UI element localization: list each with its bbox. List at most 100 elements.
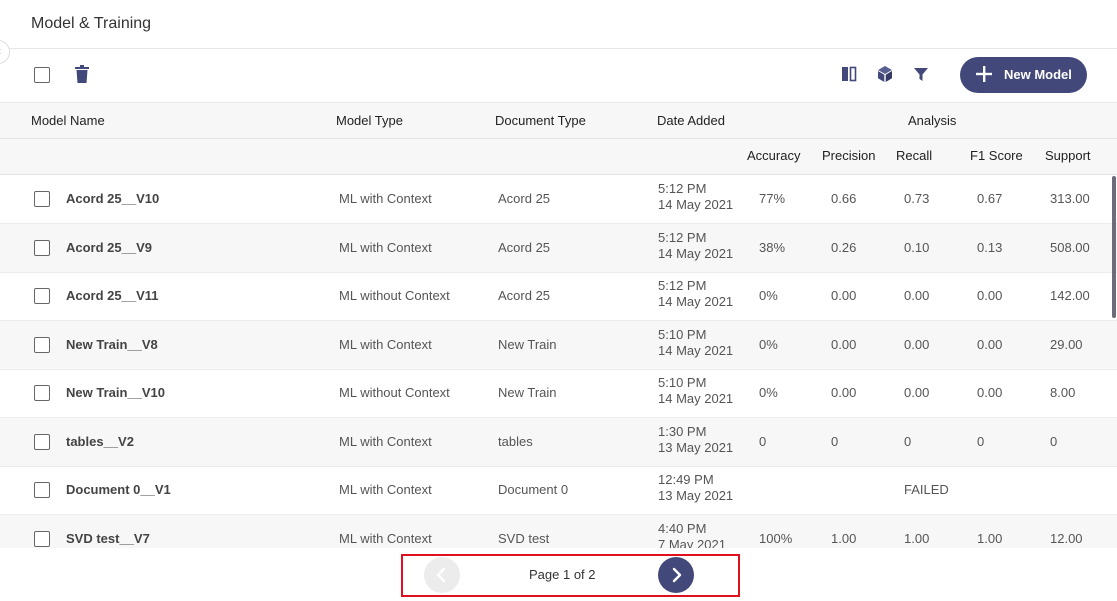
document-type: Document 0	[498, 482, 569, 497]
table-row[interactable]: New Train__V8 ML with Context New Train …	[0, 321, 1117, 370]
table-body: Acord 25__V10 ML with Context Acord 25 5…	[0, 175, 1117, 548]
model-name[interactable]: Acord 25__V11	[66, 288, 159, 303]
row-checkbox[interactable]	[34, 191, 50, 207]
model-name[interactable]: Acord 25__V9	[66, 240, 152, 255]
table-header: Model Name Model Type Document Type Date…	[0, 102, 1117, 139]
filter-icon[interactable]	[912, 65, 930, 83]
new-model-label: New Model	[1004, 67, 1072, 82]
model-type: ML with Context	[339, 531, 432, 546]
date-added: 5:10 PM 14 May 2021	[658, 375, 733, 407]
f1-value: 0.00	[977, 385, 1003, 400]
date-day: 7 May 2021	[658, 537, 726, 548]
page-indicator: Page 1 of 2	[529, 567, 596, 582]
support-value: 313.00	[1050, 191, 1090, 206]
column-header-recall[interactable]: Recall	[896, 148, 932, 163]
analysis-subheader: Accuracy Precision Recall F1 Score Suppo…	[0, 139, 1117, 175]
recall-value: 0.10	[904, 240, 930, 255]
precision-value: 0.66	[831, 191, 857, 206]
accuracy-value: 0%	[759, 288, 778, 303]
table-row[interactable]: SVD test__V7 ML with Context SVD test 4:…	[0, 515, 1117, 548]
new-model-button[interactable]: New Model	[960, 57, 1087, 93]
precision-value: 0	[831, 434, 839, 449]
date-added: 5:12 PM 14 May 2021	[658, 278, 733, 310]
column-header-model-type[interactable]: Model Type	[336, 113, 403, 128]
model-type: ML with Context	[339, 240, 432, 255]
accuracy-value: 0	[759, 434, 767, 449]
support-value: 0	[1050, 434, 1058, 449]
date-time: 5:10 PM	[658, 375, 707, 390]
date-added: 5:12 PM 14 May 2021	[658, 230, 733, 262]
f1-value: 0.00	[977, 337, 1003, 352]
trash-icon[interactable]	[74, 65, 90, 83]
row-checkbox[interactable]	[34, 434, 50, 450]
document-type: tables	[498, 434, 533, 449]
date-time: 5:10 PM	[658, 327, 707, 342]
column-header-support[interactable]: Support	[1045, 148, 1091, 163]
accuracy-value: 77%	[759, 191, 786, 206]
cube-icon[interactable]	[876, 65, 894, 83]
table-row[interactable]: Acord 25__V10 ML with Context Acord 25 5…	[0, 175, 1117, 224]
recall-value: 0.00	[904, 337, 930, 352]
table-row[interactable]: Document 0__V1 ML with Context Document …	[0, 466, 1117, 515]
document-type: New Train	[498, 337, 557, 352]
columns-icon[interactable]	[840, 65, 858, 83]
model-type: ML with Context	[339, 337, 432, 352]
date-added: 5:10 PM 14 May 2021	[658, 327, 733, 359]
document-type: Acord 25	[498, 288, 551, 303]
recall-value: 0.00	[904, 385, 930, 400]
table-row[interactable]: tables__V2 ML with Context tables 1:30 P…	[0, 418, 1117, 467]
row-checkbox[interactable]	[34, 531, 50, 547]
date-day: 14 May 2021	[658, 294, 734, 309]
support-value: 8.00	[1050, 385, 1076, 400]
date-day: 13 May 2021	[658, 488, 734, 503]
column-header-model-name[interactable]: Model Name	[31, 113, 105, 128]
row-checkbox[interactable]	[34, 337, 50, 353]
column-header-document-type[interactable]: Document Type	[495, 113, 586, 128]
next-page-button[interactable]	[658, 557, 694, 593]
precision-value: 0.00	[831, 288, 857, 303]
table-scrollbar[interactable]	[1112, 176, 1116, 318]
date-day: 14 May 2021	[658, 343, 734, 358]
accuracy-value: 0%	[759, 385, 778, 400]
date-time: 12:49 PM	[658, 472, 714, 487]
model-name[interactable]: Document 0__V1	[66, 482, 171, 497]
recall-value: 0	[904, 434, 912, 449]
column-header-accuracy[interactable]: Accuracy	[747, 148, 800, 163]
model-name[interactable]: tables__V2	[66, 434, 134, 449]
accuracy-value: 100%	[759, 531, 793, 546]
precision-value: 0.00	[831, 385, 857, 400]
f1-value: 0.67	[977, 191, 1003, 206]
plus-icon	[976, 66, 992, 82]
model-name[interactable]: Acord 25__V10	[66, 191, 159, 206]
chevron-left-icon	[436, 567, 446, 583]
table-row[interactable]: Acord 25__V9 ML with Context Acord 25 5:…	[0, 224, 1117, 273]
model-name[interactable]: New Train__V8	[66, 337, 158, 352]
f1-value: 0.00	[977, 288, 1003, 303]
row-checkbox[interactable]	[34, 385, 50, 401]
table-row[interactable]: Acord 25__V11 ML without Context Acord 2…	[0, 272, 1117, 321]
row-checkbox[interactable]	[34, 288, 50, 304]
select-all-checkbox[interactable]	[34, 67, 50, 83]
document-type: Acord 25	[498, 240, 551, 255]
precision-value: 1.00	[831, 531, 857, 546]
date-day: 13 May 2021	[658, 440, 734, 455]
f1-value: 1.00	[977, 531, 1003, 546]
date-day: 14 May 2021	[658, 246, 734, 261]
column-header-date-added[interactable]: Date Added	[657, 113, 725, 128]
row-checkbox[interactable]	[34, 240, 50, 256]
previous-page-button[interactable]	[424, 557, 460, 593]
date-added: 12:49 PM 13 May 2021	[658, 472, 733, 504]
f1-value: 0	[977, 434, 985, 449]
model-type: ML without Context	[339, 288, 450, 303]
model-name[interactable]: SVD test__V7	[66, 531, 150, 546]
model-type: ML with Context	[339, 191, 432, 206]
status-failed: FAILED	[904, 482, 949, 497]
precision-value: 0.26	[831, 240, 857, 255]
model-name[interactable]: New Train__V10	[66, 385, 165, 400]
recall-value: 0.00	[904, 288, 930, 303]
column-header-f1-score[interactable]: F1 Score	[970, 148, 1023, 163]
row-checkbox[interactable]	[34, 482, 50, 498]
column-header-precision[interactable]: Precision	[822, 148, 875, 163]
page-title: Model & Training	[31, 15, 152, 32]
table-row[interactable]: New Train__V10 ML without Context New Tr…	[0, 369, 1117, 418]
